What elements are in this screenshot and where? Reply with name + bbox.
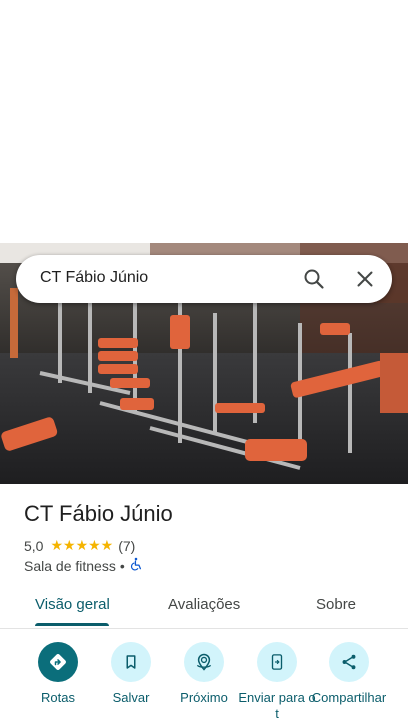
bookmark-icon bbox=[111, 642, 151, 682]
separator-dot: • bbox=[119, 557, 125, 574]
review-count: (7) bbox=[118, 537, 136, 554]
category-row: Sala de fitness • bbox=[24, 557, 143, 574]
tab-about[interactable]: Sobre bbox=[316, 596, 356, 613]
share-button[interactable]: Compartilhar bbox=[309, 642, 389, 706]
search-bar[interactable]: CT Fábio Júnio bbox=[16, 255, 392, 303]
search-icon[interactable] bbox=[302, 267, 326, 291]
search-query[interactable]: CT Fábio Júnio bbox=[40, 269, 148, 287]
directions-label: Rotas bbox=[41, 690, 75, 705]
rating-row[interactable]: 5,0 ★★★★★ (7) bbox=[24, 537, 135, 554]
share-icon bbox=[329, 642, 369, 682]
star-rating-icon: ★★★★★ bbox=[50, 537, 114, 553]
nearby-button[interactable]: Próximo bbox=[164, 642, 244, 706]
tab-reviews[interactable]: Avaliações bbox=[168, 596, 240, 613]
send-to-phone-button[interactable]: Enviar para o t bbox=[237, 642, 317, 722]
rating-value: 5,0 bbox=[24, 537, 44, 554]
wheelchair-accessible-icon bbox=[129, 557, 143, 574]
place-title: CT Fábio Júnio bbox=[24, 501, 173, 526]
directions-icon bbox=[38, 642, 78, 682]
save-label: Salvar bbox=[112, 690, 150, 705]
tab-overview[interactable]: Visão geral bbox=[35, 596, 110, 613]
share-label: Compartilhar bbox=[311, 690, 387, 705]
place-category: Sala de fitness bbox=[24, 557, 116, 574]
close-icon[interactable] bbox=[353, 267, 377, 291]
nearby-icon bbox=[184, 642, 224, 682]
active-tab-indicator bbox=[35, 623, 109, 626]
directions-button[interactable]: Rotas bbox=[18, 642, 98, 706]
action-bar: Rotas Salvar Próximo Enviar para o t Com… bbox=[0, 640, 408, 726]
send-to-phone-label: Enviar para o t bbox=[238, 690, 316, 721]
send-to-phone-icon bbox=[257, 642, 297, 682]
nearby-label: Próximo bbox=[180, 690, 228, 705]
save-button[interactable]: Salvar bbox=[91, 642, 171, 706]
